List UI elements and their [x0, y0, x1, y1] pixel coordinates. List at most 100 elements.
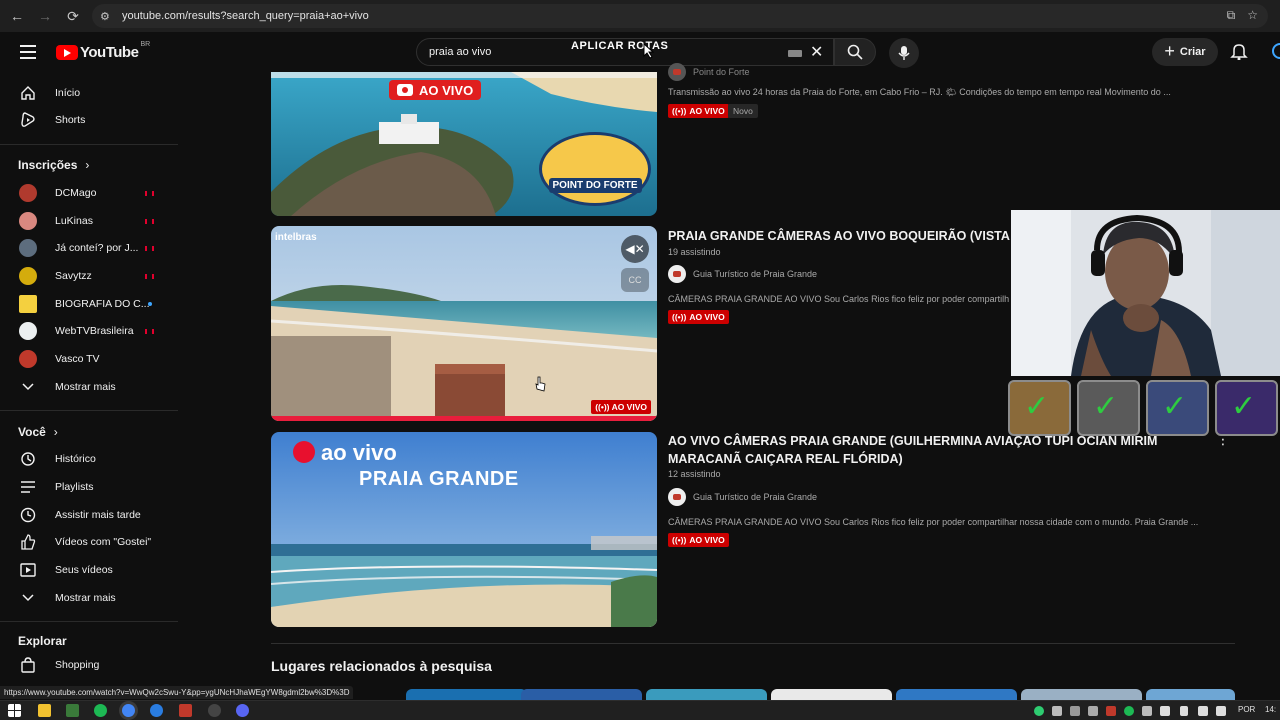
result-thumbnail[interactable]: ao vivo PRAIA GRANDE — [271, 432, 657, 627]
channel-avatar — [668, 488, 686, 506]
live-badge-label: AO VIVO — [689, 312, 725, 322]
checkmark-icon: ✓ — [1231, 390, 1257, 423]
battery-icon[interactable] — [1180, 706, 1188, 716]
notifications-bell-icon[interactable] — [1230, 42, 1248, 60]
volume-icon[interactable] — [1216, 706, 1226, 716]
tray-icon[interactable] — [1142, 706, 1152, 716]
search-button[interactable] — [834, 38, 876, 66]
keyboard-icon[interactable] — [788, 50, 802, 57]
result-title[interactable]: PRAIA GRANDE CÂMERAS AO VIVO BOQUEIRÃO (… — [668, 227, 1010, 245]
clear-search-icon[interactable]: ✕ — [810, 42, 823, 62]
chrome-icon[interactable] — [122, 704, 135, 717]
thumbnail-live-text: AO VIVO — [419, 82, 474, 98]
install-app-icon[interactable]: ⧉ — [1227, 8, 1236, 23]
language-indicator[interactable]: POR — [1238, 705, 1255, 714]
tray-icon[interactable] — [1088, 706, 1098, 716]
thumbnail-live-banner: AO VIVO — [389, 80, 482, 100]
live-indicator-icon — [145, 329, 154, 334]
sidebar-item-history[interactable]: Histórico — [0, 446, 178, 472]
playlists-icon — [19, 478, 37, 496]
mute-icon[interactable]: ◀✕ — [621, 235, 649, 263]
tray-icon[interactable] — [1034, 706, 1044, 716]
section-divider — [271, 643, 1235, 644]
discord-icon[interactable] — [236, 704, 249, 717]
clock[interactable]: 14: — [1265, 705, 1276, 714]
spotify-icon[interactable] — [94, 704, 107, 717]
result-channel[interactable]: Guia Turístico de Praia Grande — [668, 488, 817, 506]
tray-icon[interactable] — [1124, 706, 1134, 716]
sidebar-divider — [0, 410, 178, 411]
achievement-tile: ✓ — [1077, 380, 1140, 436]
channel-name: Guia Turístico de Praia Grande — [693, 269, 818, 279]
sidebar-item-subscription[interactable]: Savytzz — [0, 263, 178, 289]
back-icon[interactable]: ← — [6, 5, 28, 27]
link-preview-status: https://www.youtube.com/watch?v=WwQw2cSw… — [0, 686, 354, 699]
subscription-label: DCMago — [55, 187, 97, 199]
avatar — [19, 267, 37, 285]
sidebar-show-more[interactable]: Mostrar mais — [0, 585, 178, 611]
file-explorer-icon[interactable] — [38, 704, 51, 717]
tray-icon[interactable] — [1106, 706, 1116, 716]
windows-start-icon[interactable] — [8, 704, 21, 717]
sidebar-item-subscription[interactable]: Vasco TV — [0, 346, 178, 372]
result-thumbnail[interactable]: intelbras ◀✕ CC ((•)) AO VIVO — [271, 226, 657, 421]
result-thumbnail[interactable]: AO VIVO POINT DO FORTE — [271, 72, 657, 216]
sidebar-item-watch-later[interactable]: Assistir mais tarde — [0, 502, 178, 528]
obs-icon[interactable] — [208, 704, 221, 717]
webcam-image — [1011, 210, 1280, 376]
sidebar-item-subscription[interactable]: BIOGRAFIA DO C... — [0, 291, 178, 317]
result-channel[interactable]: Point do Forte — [668, 63, 750, 81]
sidebar-item-liked-videos[interactable]: Vídeos com "Gostei" — [0, 529, 178, 555]
result-description: Transmissão ao vivo 24 horas da Praia do… — [668, 87, 1171, 97]
tray-icon[interactable] — [1070, 706, 1080, 716]
sidebar-item-label: Playlists — [55, 481, 94, 493]
menu-icon[interactable] — [20, 45, 36, 59]
sidebar: Início Shorts Inscrições › DCMago LuKina… — [0, 72, 178, 686]
history-icon — [19, 450, 37, 468]
sidebar-item-subscription[interactable]: LuKinas — [0, 208, 178, 234]
reload-icon[interactable]: ⟳ — [62, 5, 84, 27]
result-channel[interactable]: Guia Turístico de Praia Grande — [668, 265, 817, 283]
captions-icon[interactable]: CC — [621, 268, 649, 292]
account-avatar[interactable] — [1272, 43, 1280, 59]
sidebar-item-shopping[interactable]: Shopping — [0, 652, 178, 678]
checkmark-icon: ✓ — [1093, 390, 1119, 423]
subscriptions-heading[interactable]: Inscrições › — [18, 158, 89, 172]
live-badge-label: AO VIVO — [689, 535, 725, 545]
sidebar-show-more[interactable]: Mostrar mais — [0, 374, 178, 400]
bookmark-star-icon[interactable]: ☆ — [1247, 8, 1258, 23]
app-icon[interactable] — [66, 704, 79, 717]
sidebar-item-your-videos[interactable]: Seus vídeos — [0, 557, 178, 583]
subscription-label: LuKinas — [55, 215, 93, 227]
address-bar[interactable]: ⚙ youtube.com/results?search_query=praia… — [92, 4, 1268, 28]
youtube-header: YouTube BR praia ao vivo ✕ APLICAR ROTAS… — [0, 32, 1280, 72]
you-heading[interactable]: Você › — [18, 425, 58, 439]
sidebar-item-subscription[interactable]: DCMago — [0, 180, 178, 206]
site-info-icon[interactable]: ⚙ — [100, 10, 116, 23]
sidebar-item-subscription[interactable]: Já conteí? por J... — [0, 235, 178, 261]
new-badge: Novo — [728, 104, 758, 118]
result-title-line2[interactable]: MARACANÃ CAIÇARA REAL FLÓRIDA) — [668, 450, 903, 468]
voice-search-button[interactable] — [889, 38, 919, 68]
app-icon[interactable] — [179, 704, 192, 717]
subscription-label: BIOGRAFIA DO C... — [55, 298, 150, 310]
tray-icon[interactable] — [1052, 706, 1062, 716]
tray-icon[interactable] — [1160, 706, 1170, 716]
live-indicator-icon — [145, 219, 154, 224]
forward-icon[interactable]: → — [34, 5, 56, 27]
network-icon[interactable] — [1198, 706, 1208, 716]
youtube-play-icon — [56, 45, 78, 60]
sidebar-item-home[interactable]: Início — [0, 80, 178, 106]
create-button[interactable]: + Criar — [1152, 38, 1218, 66]
mouse-cursor-icon — [643, 43, 655, 59]
checkmark-icon: ✓ — [1162, 390, 1188, 423]
youtube-logo[interactable]: YouTube BR — [56, 41, 150, 61]
avatar — [19, 184, 37, 202]
live-indicator-icon — [145, 191, 154, 196]
sidebar-item-shorts[interactable]: Shorts — [0, 107, 178, 133]
achievement-tiles: ✓ ✓ ✓ ✓ — [1008, 380, 1278, 436]
subscription-label: Vasco TV — [55, 353, 100, 365]
sidebar-item-playlists[interactable]: Playlists — [0, 474, 178, 500]
sidebar-item-subscription[interactable]: WebTVBrasileira — [0, 318, 178, 344]
app-icon[interactable] — [150, 704, 163, 717]
